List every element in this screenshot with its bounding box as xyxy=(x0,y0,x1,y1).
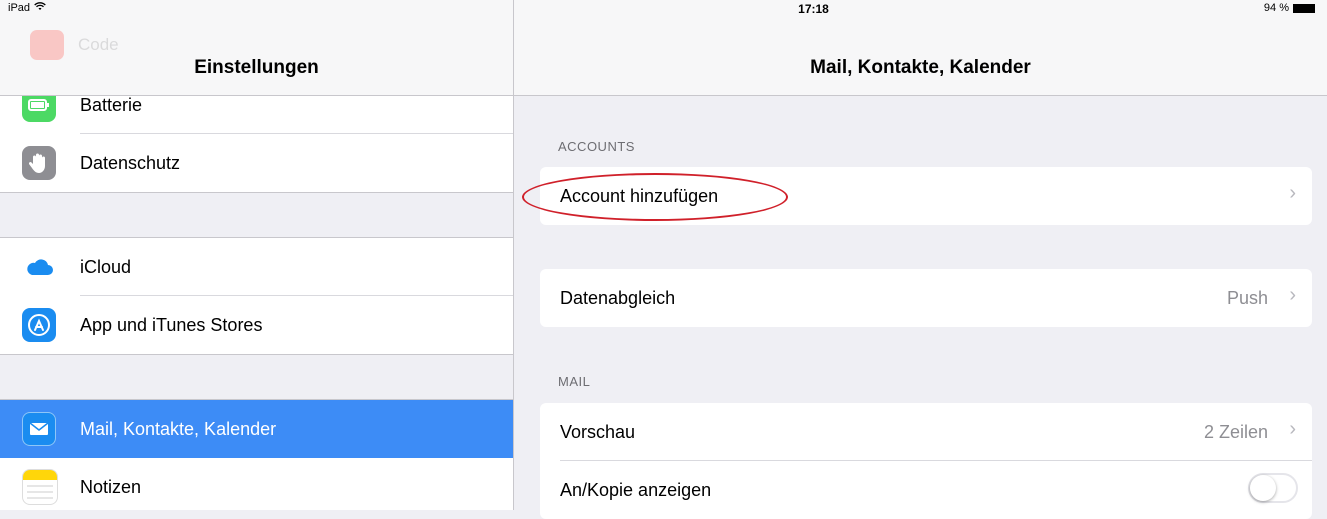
fetch-label: Datenabgleich xyxy=(560,287,676,308)
accounts-card: Account hinzufügen › xyxy=(522,167,1312,225)
sidebar-item-mail-kontakte-kalender[interactable]: Mail, Kontakte, Kalender xyxy=(0,400,513,458)
sidebar-title: Einstellungen xyxy=(194,57,319,78)
show-to-cc-toggle[interactable] xyxy=(1248,473,1298,503)
sidebar-item-icloud[interactable]: iCloud xyxy=(0,238,513,296)
sidebar-item-app-store[interactable]: App und iTunes Stores xyxy=(0,296,513,354)
settings-sidebar: Batterie Datenschutz iCloud App und iTun… xyxy=(0,0,513,510)
show-to-cc-label: An/Kopie anzeigen xyxy=(560,479,712,500)
detail-panel: Mail, Kontakte, Kalender ACCOUNTS Accoun… xyxy=(514,0,1327,519)
fetch-value: Push xyxy=(1226,287,1268,308)
toggle-knob xyxy=(1250,475,1276,501)
chevron-right-icon: › xyxy=(1289,284,1296,306)
sidebar-item-label: Code xyxy=(78,35,119,54)
chevron-right-icon: › xyxy=(1289,418,1296,440)
status-right: 94 % xyxy=(1264,2,1315,14)
sidebar-item-label: Batterie xyxy=(80,94,143,115)
preview-value: 2 Zeilen xyxy=(1203,421,1268,442)
sidebar-item-label: Notizen xyxy=(80,476,142,497)
sidebar-item-label: App und iTunes Stores xyxy=(80,314,263,335)
device-label: iPad xyxy=(8,2,31,14)
fetch-card: Datenabgleich Push › xyxy=(540,269,1312,327)
mail-icon xyxy=(22,412,56,446)
sidebar-group-3: Mail, Kontakte, Kalender Notizen xyxy=(0,399,513,510)
preview-label: Vorschau xyxy=(560,421,636,442)
show-to-cc-row: An/Kopie anzeigen xyxy=(540,461,1312,519)
notes-icon xyxy=(22,469,58,505)
chevron-right-icon: › xyxy=(1289,182,1296,204)
preview-row[interactable]: Vorschau 2 Zeilen › xyxy=(540,403,1312,461)
wifi-icon xyxy=(34,2,46,14)
add-account-row[interactable]: Account hinzufügen › xyxy=(522,167,1312,225)
section-header-accounts: ACCOUNTS xyxy=(558,139,635,154)
sidebar-item-label: Datenschutz xyxy=(80,152,181,173)
split-divider xyxy=(513,0,514,510)
app-store-icon xyxy=(22,308,56,342)
sidebar-item-datenschutz[interactable]: Datenschutz xyxy=(0,134,513,192)
sidebar-item-code-scrolled: Code xyxy=(30,30,119,60)
page-title: Mail, Kontakte, Kalender xyxy=(810,57,1031,78)
fetch-row[interactable]: Datenabgleich Push › xyxy=(540,269,1312,327)
sidebar-item-notizen[interactable]: Notizen xyxy=(0,458,513,510)
add-account-label: Account hinzufügen xyxy=(560,185,719,206)
battery-status-icon xyxy=(1293,3,1315,13)
sidebar-item-label: Mail, Kontakte, Kalender xyxy=(80,418,277,439)
sidebar-item-label: iCloud xyxy=(80,256,132,277)
status-bar: iPad 17:18 94 % xyxy=(0,0,1327,20)
code-icon xyxy=(30,30,64,60)
status-time: 17:18 xyxy=(798,2,829,16)
section-header-mail: MAIL xyxy=(558,374,591,389)
sidebar-group-2: iCloud App und iTunes Stores xyxy=(0,237,513,355)
hand-icon xyxy=(22,146,56,180)
status-left: iPad xyxy=(8,2,46,14)
cloud-icon xyxy=(22,250,56,284)
mail-card: Vorschau 2 Zeilen › An/Kopie anzeigen xyxy=(540,403,1312,519)
battery-percent: 94 % xyxy=(1263,2,1289,14)
